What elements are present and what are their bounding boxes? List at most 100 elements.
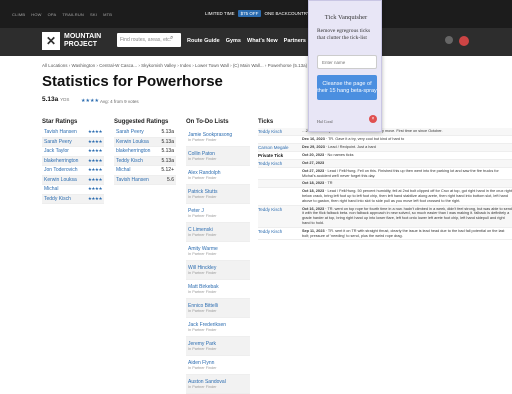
promo-banner[interactable]: LIMITED TIME $75 OFF ONE BACKCOUNTRY (205, 10, 310, 17)
user-link[interactable]: Sarah Peery (116, 129, 144, 135)
suggested-rating-row: Kerwin Louksa 5.13a (114, 137, 176, 147)
user-link[interactable]: Kerwin Louksa (44, 177, 77, 183)
tick-row: Carson Megale Dec 29, 2023 · Lead / Redpo… (258, 143, 512, 152)
topbar-link[interactable]: TRAILRUN (62, 12, 84, 17)
user-link[interactable]: blakeherrington (44, 158, 78, 164)
suggested-rating-row: Teddy Kisch 5.13a (114, 156, 176, 166)
tick-notes: · TR. sent it on TR with straight thrust… (302, 228, 505, 238)
user-link[interactable]: Kerwin Louksa (116, 139, 149, 145)
avatar[interactable] (459, 36, 469, 46)
topbar-link[interactable]: SKI (90, 12, 97, 17)
user-link[interactable]: Teddy Kisch (116, 158, 143, 164)
tick-notes: · No names ticks (324, 152, 354, 157)
star-ratings-section: Star Ratings Tavish Hansen ★★★★ Sarah Peer… (42, 119, 104, 204)
user-link[interactable]: Tavish Hansen (44, 129, 77, 135)
breadcrumb[interactable]: All Locations › Washington › Central-W C… (42, 63, 307, 68)
promo-code: $75 OFF (237, 10, 262, 17)
partner-finder-note: In Partner Finder (188, 195, 217, 199)
user-link[interactable]: Sarah Peery (44, 139, 72, 145)
tick-text: Dec 16, 2023 · TR. Gave it a try, very c… (302, 137, 512, 142)
partner-finder-note: In Partner Finder (188, 366, 217, 370)
tick-user[interactable]: Private Tick (258, 153, 302, 158)
todo-row: Amity Warme In Partner Finder (186, 242, 250, 261)
todo-row: Jack Frederiksen In Partner Finder (186, 318, 250, 337)
avg-stars-icon: ★★★★ (81, 98, 99, 104)
partner-finder-note: In Partner Finder (188, 347, 217, 351)
topbar-link[interactable]: MTB (103, 12, 112, 17)
partner-finder-note: In Partner Finder (188, 157, 217, 161)
partner-finder-note: In Partner Finder (188, 385, 217, 389)
todo-row: Jeremy Park In Partner Finder (186, 337, 250, 356)
star-rating-row: Jack Taylor ★★★★ (42, 147, 104, 157)
tick-row: Oct 27, 2023 · Lead / Fell/Hung. Fell on… (258, 168, 512, 181)
avg-rating-text: Avg: 4 from 9 votes (100, 99, 139, 104)
user-link[interactable]: Teddy Kisch (44, 196, 71, 202)
grade-value: 5.13a (42, 96, 59, 103)
star-rating-row: Tavish Hansen ★★★★ (42, 128, 104, 138)
name-input[interactable] (317, 55, 377, 69)
brand-name[interactable]: MOUNTAIN PROJECT (64, 33, 101, 49)
todo-row: Aiden Flynn In Partner Finder (186, 356, 250, 375)
notifications-icon[interactable] (445, 36, 453, 44)
user-link[interactable]: Michal (116, 167, 130, 173)
search-icon[interactable]: ⌕ (170, 35, 173, 42)
grade-value: 5.13a (161, 157, 174, 164)
rating-stars-icon: ★★★★ (87, 129, 103, 135)
user-link[interactable]: Tavish Hansen (116, 177, 149, 183)
rating-stars-icon: ★★★★ (87, 195, 103, 201)
todo-row: Peter J In Partner Finder (186, 204, 250, 223)
grade-value: 5.13a (161, 129, 174, 136)
tick-user[interactable]: Teddy Kisch (258, 161, 302, 166)
star-rating-row: Kerwin Louksa ★★★★ (42, 175, 104, 185)
suggested-rating-row: blakeherrington 5.13a (114, 147, 176, 157)
tick-user[interactable] (258, 189, 302, 203)
user-link[interactable]: Jack Taylor (44, 148, 69, 154)
nav-user-area (445, 36, 469, 46)
nav-link[interactable]: Gyms (226, 38, 241, 44)
popup-title: Tick Vanquisher (324, 14, 368, 21)
tick-user[interactable] (258, 169, 302, 179)
ticks-section: Ticks Teddy Kisch…2023: was way too slic… (258, 119, 512, 241)
tick-user[interactable]: Carson Megale (258, 145, 302, 150)
tick-user[interactable]: Teddy Kisch (258, 229, 302, 239)
cleanse-button[interactable]: Cleanse the page of their 15 hang beta-s… (317, 75, 377, 100)
star-rating-row: blakeherrington ★★★★ (42, 156, 104, 166)
topbar-link[interactable]: OPA (48, 12, 57, 17)
tick-user[interactable] (258, 137, 302, 142)
topbar-link[interactable]: HOW (31, 12, 41, 17)
page-title: Statistics for Powerhorse (42, 73, 223, 90)
tick-user[interactable]: Teddy Kisch (258, 129, 302, 134)
todo-heading: On To-Do Lists (186, 119, 229, 125)
todo-row: Auston Sandoval In Partner Finder (186, 375, 250, 394)
todo-row: Patrick Stutts In Partner Finder (186, 185, 250, 204)
user-link[interactable]: blakeherrington (116, 148, 150, 154)
tick-text: Sep 11, 2023 · TR. sent it on TR with st… (302, 229, 512, 239)
tick-user[interactable]: Teddy Kisch (258, 207, 302, 226)
todo-row: C Limenski In Partner Finder (186, 223, 250, 242)
partner-finder-note: In Partner Finder (188, 214, 217, 218)
topbar-link[interactable]: CLIMB (12, 12, 25, 17)
tick-text: Dec 29, 2023 · Lead / Redpoint. Just a h… (302, 145, 512, 150)
nav-link[interactable]: Route Guide (187, 38, 220, 44)
partner-finder-note: In Partner Finder (188, 309, 217, 313)
nav-link[interactable]: What's New (247, 38, 278, 44)
promo-suffix: ONE BACKCOUNTRY (264, 11, 310, 16)
todo-row: Jamie Sookprasong In Partner Finder (186, 128, 250, 147)
tick-date: Oct 18, 2023 (302, 189, 325, 194)
user-link[interactable]: Michal (44, 186, 58, 192)
mp-logo-icon[interactable]: ✕ (42, 32, 60, 50)
close-icon[interactable]: × (369, 115, 377, 123)
tick-row: Private Tick Oct 20, 2023 · No names tick… (258, 152, 512, 160)
tick-row: Teddy Kisch Oct 16, 2023 · TR. went on to… (258, 205, 512, 228)
user-link[interactable]: Jon Toderovich (44, 167, 78, 173)
nav-link[interactable]: Partners (284, 38, 306, 44)
tick-user[interactable] (258, 181, 302, 186)
partner-finder-note: In Partner Finder (188, 252, 217, 256)
grade-value: 5.13a (161, 148, 174, 155)
grade-unit: YDS (60, 97, 70, 102)
tick-date: Dec 16, 2023 (302, 137, 325, 141)
todo-row: Alex Randolph In Partner Finder (186, 166, 250, 185)
suggested-rating-row: Michal 5.12+ (114, 166, 176, 176)
partner-finder-note: In Partner Finder (188, 233, 217, 237)
tick-date: Oct 20, 2023 (302, 152, 325, 157)
